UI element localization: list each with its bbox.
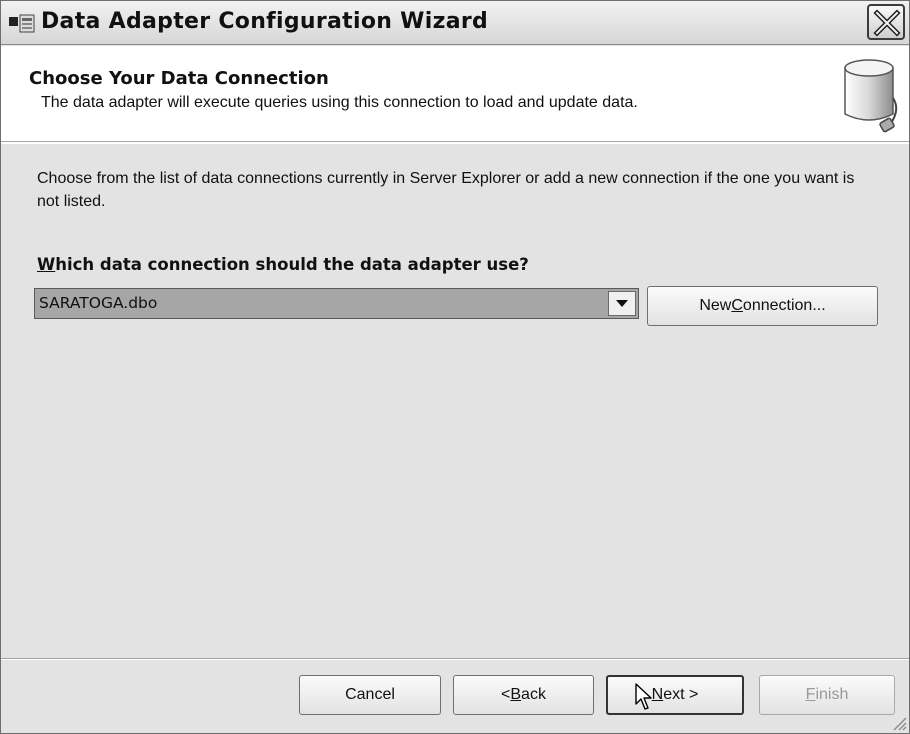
back-button[interactable]: < Back [453, 675, 594, 715]
close-icon [873, 9, 901, 37]
question-text: hich data connection should the data ada… [55, 255, 529, 274]
close-button[interactable] [867, 4, 905, 40]
header-divider [1, 142, 909, 144]
title-bar[interactable]: Data Adapter Configuration Wizard [1, 1, 909, 45]
mouse-cursor-icon [635, 683, 655, 711]
page-title: Choose Your Data Connection [29, 68, 329, 89]
footer-divider [1, 658, 909, 660]
data-connection-value: SARATOGA.dbo [39, 294, 158, 312]
connection-question-label: Which data connection should the data ad… [37, 255, 529, 274]
question-accelerator: W [37, 255, 56, 274]
wizard-app-icon [9, 14, 35, 34]
finish-button[interactable]: Finish [759, 675, 895, 715]
data-connection-dropdown[interactable]: SARATOGA.dbo [34, 288, 639, 319]
instructions-text: Choose from the list of data connections… [37, 170, 855, 210]
window-title: Data Adapter Configuration Wizard [41, 9, 489, 34]
wizard-window: Data Adapter Configuration Wizard Choose… [0, 0, 910, 734]
cancel-button[interactable]: Cancel [299, 675, 441, 715]
chevron-down-icon [616, 300, 628, 307]
page-subtitle: The data adapter will execute queries us… [41, 94, 638, 111]
resize-grip-icon[interactable] [891, 715, 907, 731]
dropdown-button[interactable] [608, 291, 636, 316]
new-connection-button[interactable]: New Connection... [647, 286, 878, 326]
database-icon [837, 54, 901, 138]
wizard-header: Choose Your Data Connection The data ada… [1, 46, 909, 142]
next-button[interactable]: Next > [606, 675, 744, 715]
